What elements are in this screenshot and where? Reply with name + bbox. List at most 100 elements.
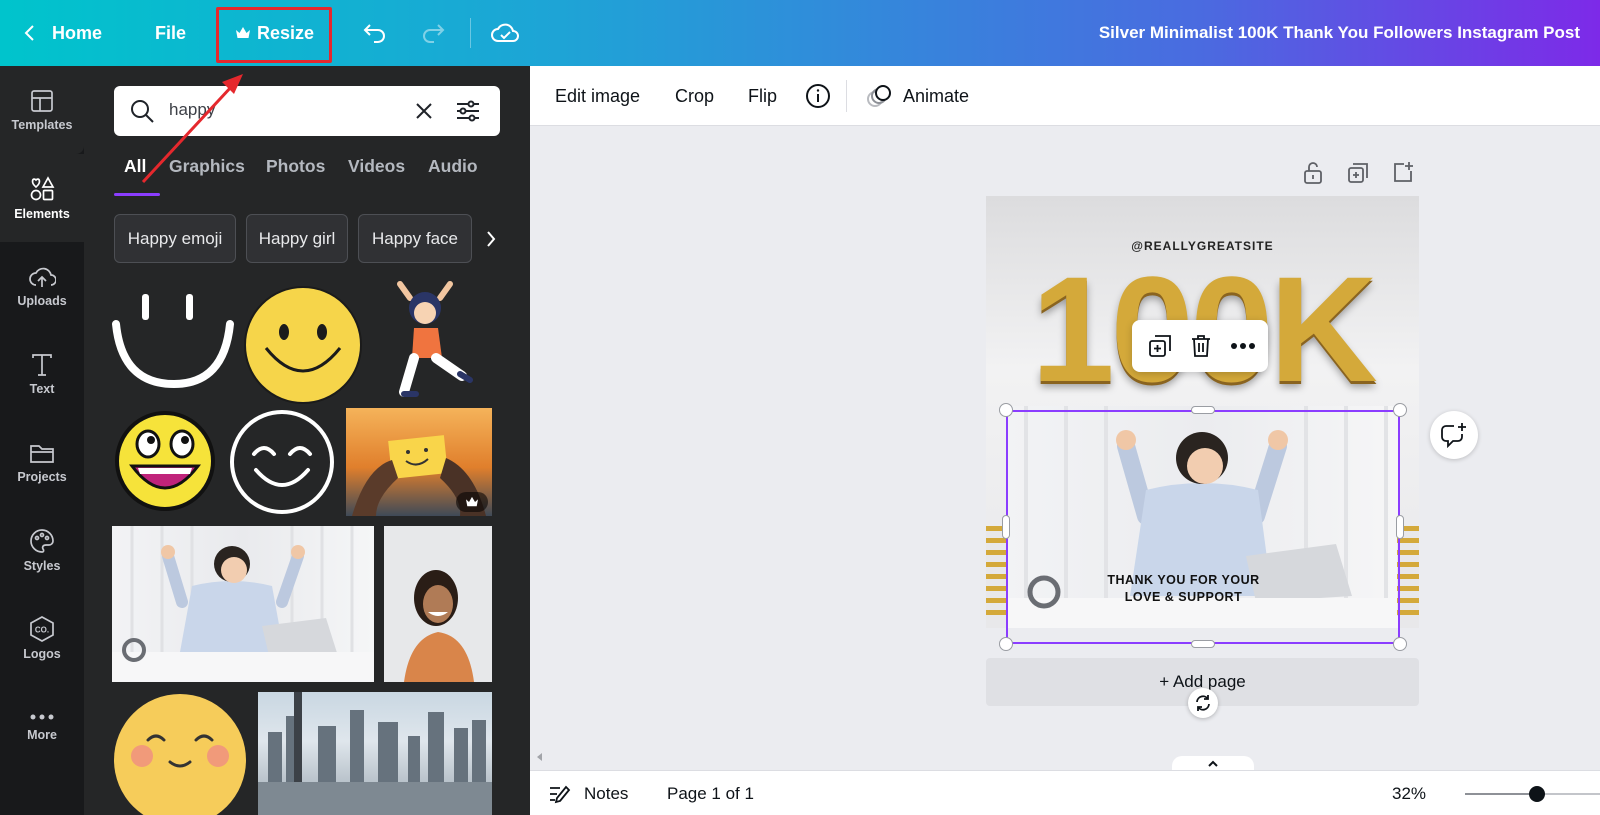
rotate-icon bbox=[1196, 695, 1210, 711]
document-title[interactable]: Silver Minimalist 100K Thank You Followe… bbox=[1099, 0, 1580, 66]
tab-graphics[interactable]: Graphics bbox=[169, 156, 245, 177]
tab-photos[interactable]: Photos bbox=[266, 156, 325, 177]
sidebar-item-label: More bbox=[27, 728, 57, 742]
result-laughing-woman-photo[interactable] bbox=[384, 526, 492, 682]
elements-panel: happy All Graphics Photos Videos Audio H… bbox=[84, 66, 530, 815]
undo-icon bbox=[363, 24, 385, 43]
animate-label: Animate bbox=[903, 85, 970, 106]
zoom-slider-fill bbox=[1465, 793, 1537, 795]
resize-handle[interactable] bbox=[1002, 515, 1010, 539]
sidebar-item-templates[interactable]: Templates bbox=[0, 66, 84, 154]
zoom-value[interactable]: 32% bbox=[1392, 771, 1426, 815]
more-icon bbox=[30, 714, 54, 720]
undo-button[interactable] bbox=[362, 0, 388, 66]
top-bar: Home File Resize Silver Minimalist 100K … bbox=[0, 0, 1600, 66]
edit-image-button[interactable]: Edit image bbox=[555, 66, 640, 126]
canvas-photo[interactable]: THANK YOU FOR YOUR LOVE & SUPPORT bbox=[1006, 406, 1399, 628]
laughing-woman-photo bbox=[404, 570, 474, 682]
chips-next-button[interactable] bbox=[482, 214, 500, 263]
happy-boy-graphic bbox=[397, 281, 473, 397]
more-options-icon[interactable] bbox=[1230, 342, 1256, 350]
sidebar-item-elements[interactable]: Elements bbox=[0, 154, 84, 242]
result-smile-line[interactable] bbox=[112, 284, 234, 396]
add-page-icon[interactable] bbox=[1392, 161, 1414, 183]
logo-icon: CO. bbox=[30, 616, 54, 642]
save-status-button[interactable] bbox=[490, 0, 520, 66]
resize-handle[interactable] bbox=[999, 403, 1013, 417]
result-blushing-smiley[interactable] bbox=[112, 692, 248, 815]
redo-button[interactable] bbox=[420, 0, 446, 66]
sidebar-item-logos[interactable]: CO. Logos bbox=[0, 594, 84, 682]
duplicate-icon[interactable] bbox=[1148, 334, 1172, 358]
add-comment-button[interactable] bbox=[1430, 411, 1478, 459]
canvas-caption[interactable]: THANK YOU FOR YOUR LOVE & SUPPORT bbox=[1006, 572, 1361, 606]
result-smiley-note-photo[interactable] bbox=[346, 408, 492, 516]
resize-handle[interactable] bbox=[1396, 515, 1404, 539]
suggestion-chip[interactable]: Happy girl bbox=[246, 214, 348, 263]
scroll-left-icon[interactable] bbox=[535, 752, 545, 762]
tab-audio[interactable]: Audio bbox=[428, 156, 478, 177]
tab-videos[interactable]: Videos bbox=[348, 156, 405, 177]
context-toolbar: Edit image Crop Flip Animate bbox=[530, 66, 1600, 126]
blushing-smiley-graphic bbox=[114, 694, 246, 815]
city-skyline-photo bbox=[258, 692, 492, 815]
resize-handle[interactable] bbox=[1191, 406, 1215, 414]
active-tab-indicator bbox=[114, 193, 160, 196]
sidebar-item-styles[interactable]: Styles bbox=[0, 506, 84, 594]
sidebar-item-label: Templates bbox=[11, 118, 73, 132]
element-floating-toolbar bbox=[1132, 320, 1268, 372]
notes-label: Notes bbox=[584, 783, 629, 803]
clear-search-icon[interactable] bbox=[414, 101, 434, 121]
trash-icon[interactable] bbox=[1190, 334, 1212, 358]
outline-smiley-graphic bbox=[230, 410, 334, 514]
sidebar-item-label: Elements bbox=[14, 207, 70, 221]
highlight-box bbox=[216, 7, 332, 63]
suggestion-chip[interactable]: Happy face bbox=[358, 214, 472, 263]
result-outline-smiley[interactable] bbox=[228, 408, 336, 516]
zoom-slider-thumb[interactable] bbox=[1529, 786, 1545, 802]
resize-handle[interactable] bbox=[1191, 640, 1215, 648]
result-jumping-boy[interactable] bbox=[380, 280, 480, 406]
search-input[interactable]: happy bbox=[114, 86, 500, 136]
resize-handle[interactable] bbox=[999, 637, 1013, 651]
bottom-bar: Notes Page 1 of 1 32% bbox=[530, 770, 1600, 815]
crown-icon bbox=[466, 496, 478, 507]
resize-handle[interactable] bbox=[1393, 403, 1407, 417]
page-indicator[interactable]: Page 1 of 1 bbox=[667, 771, 754, 815]
result-laughing-emoji[interactable] bbox=[114, 410, 216, 512]
rotate-handle[interactable] bbox=[1188, 688, 1218, 718]
lock-icon[interactable] bbox=[1302, 161, 1324, 185]
caption-line-2: LOVE & SUPPORT bbox=[1124, 590, 1243, 604]
sidebar-item-uploads[interactable]: Uploads bbox=[0, 242, 84, 330]
sidebar-item-label: Uploads bbox=[17, 294, 67, 308]
upload-icon bbox=[29, 267, 56, 287]
elements-icon bbox=[30, 176, 55, 201]
suggestion-chip[interactable]: Happy emoji bbox=[114, 214, 236, 263]
notes-button[interactable]: Notes bbox=[548, 771, 628, 815]
animate-button[interactable]: Animate bbox=[865, 66, 969, 126]
palette-icon bbox=[30, 529, 54, 553]
home-button[interactable]: Home bbox=[20, 0, 102, 66]
result-yellow-smiley[interactable] bbox=[242, 284, 364, 406]
filter-icon[interactable] bbox=[455, 99, 481, 123]
comment-add-icon bbox=[1441, 423, 1466, 448]
sidebar-item-label: Text bbox=[29, 382, 55, 396]
sidebar-item-text[interactable]: Text bbox=[0, 330, 84, 418]
flip-button[interactable]: Flip bbox=[748, 66, 777, 126]
duplicate-page-icon[interactable] bbox=[1347, 162, 1369, 184]
animate-icon bbox=[867, 85, 891, 107]
chevron-up-icon bbox=[1208, 760, 1218, 767]
toolbar-divider bbox=[470, 18, 471, 48]
tab-all[interactable]: All bbox=[124, 156, 146, 177]
svg-text:CO.: CO. bbox=[35, 626, 49, 635]
toolbar-divider bbox=[846, 80, 847, 112]
sidebar-item-more[interactable]: More bbox=[0, 682, 84, 770]
crop-button[interactable]: Crop bbox=[675, 66, 714, 126]
result-woman-desk-photo[interactable] bbox=[112, 526, 374, 682]
sidebar-item-projects[interactable]: Projects bbox=[0, 418, 84, 506]
result-city-skyline-photo[interactable] bbox=[258, 692, 492, 815]
redo-icon bbox=[423, 24, 445, 43]
file-menu-button[interactable]: File bbox=[155, 0, 186, 66]
info-button[interactable] bbox=[805, 66, 831, 126]
resize-handle[interactable] bbox=[1393, 637, 1407, 651]
